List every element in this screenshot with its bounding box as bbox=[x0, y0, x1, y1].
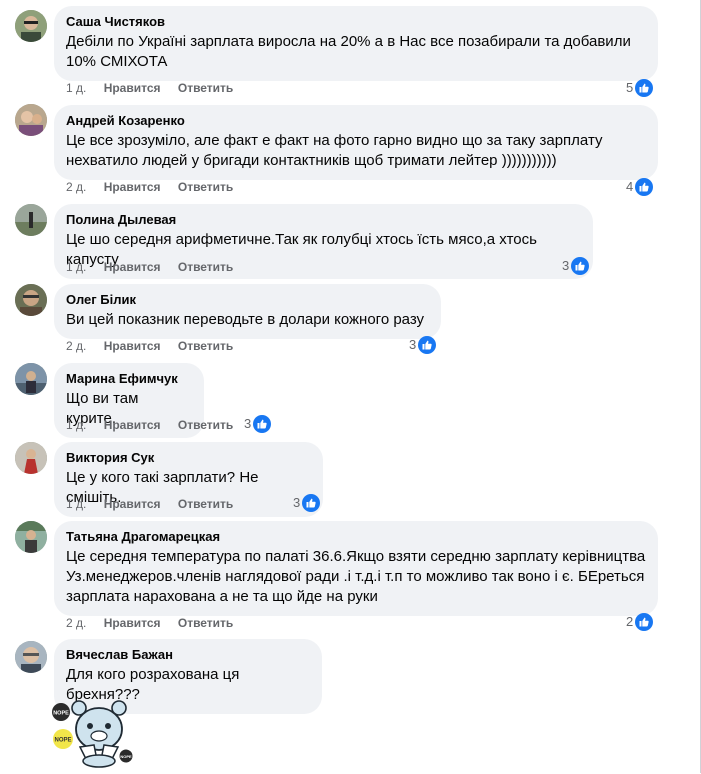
reaction-count[interactable]: 3 bbox=[562, 257, 590, 275]
thumbs-up-icon bbox=[635, 79, 654, 97]
reply-button[interactable]: Ответить bbox=[178, 418, 233, 432]
like-button[interactable]: Нравится bbox=[104, 180, 161, 194]
comment-line: Це середня температура по палаті 36.6.Як… bbox=[66, 548, 646, 565]
comment-text: Ви цей показник переводьте в долари кожн… bbox=[66, 310, 429, 330]
comment-bubble: Саша Чистяков Дебіли по Україні зарплата… bbox=[54, 6, 658, 81]
comment-line: Це все зрозуміло, але факт е факт на фот… bbox=[66, 132, 603, 149]
avatar[interactable] bbox=[15, 363, 47, 395]
comment-text: Це середня температура по палаті 36.6.Як… bbox=[66, 547, 646, 607]
comment-time[interactable]: 1 д. bbox=[66, 497, 86, 511]
like-count: 3 bbox=[293, 495, 301, 510]
comment-line: нехватило людей у бригади контактників щ… bbox=[66, 152, 557, 169]
thumbs-up-icon bbox=[635, 178, 654, 196]
comment-text: Це все зрозуміло, але факт е факт на фот… bbox=[66, 131, 646, 171]
like-count: 3 bbox=[409, 337, 417, 352]
comment-author[interactable]: Марина Ефимчук bbox=[66, 371, 192, 387]
thumbs-up-icon bbox=[302, 494, 321, 512]
like-button[interactable]: Нравится bbox=[104, 418, 161, 432]
comment-line: Дебіли по Україні зарплата виросла на 20… bbox=[66, 33, 631, 50]
reply-button[interactable]: Ответить bbox=[178, 497, 233, 511]
reply-button[interactable]: Ответить bbox=[178, 81, 233, 95]
comment-actions: 1 д. Нравится Ответить bbox=[66, 417, 247, 433]
comment-author[interactable]: Саша Чистяков bbox=[66, 14, 646, 30]
comment-actions: 1 д. Нравится Ответить bbox=[66, 80, 247, 96]
like-button[interactable]: Нравится bbox=[104, 339, 161, 353]
reaction-count[interactable]: 5 bbox=[626, 79, 654, 97]
comment-actions: 2 д. Нравится Ответить bbox=[66, 179, 247, 195]
like-button[interactable]: Нравится bbox=[104, 81, 161, 95]
reply-button[interactable]: Ответить bbox=[178, 339, 233, 353]
thumbs-up-icon bbox=[253, 415, 272, 433]
comment-actions: 1 д. Нравится Ответить bbox=[66, 259, 247, 275]
like-count: 5 bbox=[626, 80, 634, 95]
comment-time[interactable]: 1 д. bbox=[66, 418, 86, 432]
reaction-count[interactable]: 3 bbox=[293, 494, 321, 512]
reaction-count[interactable]: 2 bbox=[626, 613, 654, 631]
thumbs-up-icon bbox=[635, 613, 654, 631]
avatar[interactable] bbox=[15, 104, 47, 136]
comment-time[interactable]: 1 д. bbox=[66, 81, 86, 95]
like-button[interactable]: Нравится bbox=[104, 260, 161, 274]
comment-line: Уз.менеджеров.членів наглядової ради .і … bbox=[66, 568, 645, 585]
reply-button[interactable]: Ответить bbox=[178, 616, 233, 630]
like-count: 3 bbox=[244, 416, 252, 431]
reply-button[interactable]: Ответить bbox=[178, 260, 233, 274]
avatar[interactable] bbox=[15, 442, 47, 474]
avatar[interactable] bbox=[15, 641, 47, 673]
comment-actions: 2 д. Нравится Ответить bbox=[66, 615, 247, 631]
comment-bubble: Олег Білик Ви цей показник переводьте в … bbox=[54, 284, 441, 339]
comment-author[interactable]: Виктория Сук bbox=[66, 450, 311, 466]
reply-button[interactable]: Ответить bbox=[178, 180, 233, 194]
comment-author[interactable]: Олег Білик bbox=[66, 292, 429, 308]
like-count: 4 bbox=[626, 179, 634, 194]
comment-time[interactable]: 1 д. bbox=[66, 260, 86, 274]
reaction-count[interactable]: 3 bbox=[244, 415, 272, 433]
thumbs-up-icon bbox=[571, 257, 590, 275]
comment-bubble: Татьяна Драгомарецкая Це середня темпера… bbox=[54, 521, 658, 616]
avatar[interactable] bbox=[15, 284, 47, 316]
comment-author[interactable]: Татьяна Драгомарецкая bbox=[66, 529, 646, 545]
comment-bubble: Андрей Козаренко Це все зрозуміло, але ф… bbox=[54, 105, 658, 180]
sticker-label: NOPE bbox=[54, 738, 71, 744]
comment-author[interactable]: Андрей Козаренко bbox=[66, 113, 646, 129]
like-count: 2 bbox=[626, 614, 634, 629]
comment-actions: 2 д. Нравится Ответить bbox=[66, 338, 247, 354]
nope-bear-sticker[interactable]: NOPE NOPE NOPE bbox=[50, 697, 134, 769]
comment-actions: 1 д. Нравится Ответить bbox=[66, 496, 247, 512]
thumbs-up-icon bbox=[418, 336, 437, 354]
like-button[interactable]: Нравится bbox=[104, 616, 161, 630]
like-count: 3 bbox=[562, 258, 570, 273]
like-button[interactable]: Нравится bbox=[104, 497, 161, 511]
sticker-label: NOPE bbox=[53, 711, 69, 717]
avatar[interactable] bbox=[15, 10, 47, 42]
reaction-count[interactable]: 3 bbox=[409, 336, 437, 354]
comment-time[interactable]: 2 д. bbox=[66, 339, 86, 353]
sticker-label: NOPE bbox=[120, 754, 132, 759]
comment-line: 10% СМІХОТА bbox=[66, 53, 168, 70]
reaction-count[interactable]: 4 bbox=[626, 178, 654, 196]
avatar[interactable] bbox=[15, 521, 47, 553]
comment-author[interactable]: Вячеслав Бажан bbox=[66, 647, 310, 663]
comment-time[interactable]: 2 д. bbox=[66, 180, 86, 194]
comment-author[interactable]: Полина Дылевая bbox=[66, 212, 581, 228]
avatar[interactable] bbox=[15, 204, 47, 236]
comment-line: Ви цей показник переводьте в долари кожн… bbox=[66, 311, 425, 328]
comment-line: зарплата нарахована а не та що йде на ру… bbox=[66, 588, 378, 605]
comment-text: Дебіли по Україні зарплата виросла на 20… bbox=[66, 32, 646, 72]
comment-time[interactable]: 2 д. bbox=[66, 616, 86, 630]
